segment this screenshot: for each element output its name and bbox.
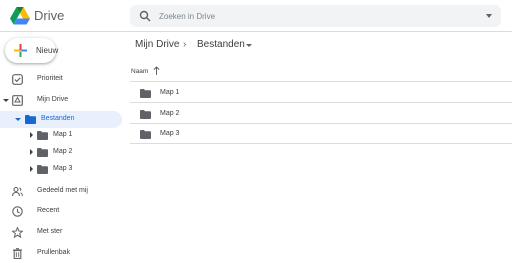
column-header-name[interactable]: Naam [131, 68, 148, 75]
sidebar-item-my-drive[interactable]: Mijn Drive [0, 92, 122, 109]
breadcrumb-my-drive[interactable]: Mijn Drive [135, 39, 179, 50]
list-item[interactable]: Map 3 [130, 124, 512, 144]
sidebar-item-label: Map 1 [53, 131, 73, 138]
new-button[interactable]: Nieuw [5, 38, 59, 63]
my-drive-icon [12, 95, 23, 106]
list-item-name: Map 2 [160, 110, 180, 117]
folder-icon [37, 131, 48, 140]
sidebar-item-label: Gedeeld met mij [37, 187, 88, 194]
clock-icon [12, 206, 23, 217]
list-item[interactable]: Map 1 [130, 83, 512, 103]
trash-icon [13, 248, 22, 259]
breadcrumb-current-folder[interactable]: Bestanden [197, 39, 245, 50]
breadcrumb-chevron-icon: › [183, 39, 187, 50]
folder-icon [25, 115, 36, 124]
expand-caret-icon[interactable] [30, 166, 33, 172]
sidebar-item-map-3[interactable]: Map 3 [0, 161, 122, 178]
sidebar-item-label: Met ster [37, 228, 63, 235]
sidebar-item-label: Mijn Drive [37, 96, 69, 103]
sidebar-item-trash[interactable]: Prullenbak [0, 245, 122, 262]
expand-caret-icon[interactable] [30, 149, 33, 155]
app-name[interactable]: Drive [34, 8, 64, 23]
sidebar-item-shared[interactable]: Gedeeld met mij [0, 183, 122, 200]
sidebar-item-label: Map 2 [53, 148, 73, 155]
sidebar-item-label: Map 3 [53, 165, 73, 172]
list-item-name: Map 1 [160, 89, 180, 96]
sidebar-item-starred[interactable]: Met ster [0, 224, 122, 241]
list-item[interactable]: Map 2 [130, 104, 512, 124]
search-box[interactable] [130, 5, 501, 27]
sidebar-item-label: Bestanden [41, 115, 75, 122]
star-icon [12, 227, 23, 238]
sidebar-item-label: Prullenbak [37, 249, 71, 256]
sidebar-item-map-1[interactable]: Map 1 [0, 127, 122, 144]
folder-icon [37, 165, 48, 174]
expand-caret-icon[interactable] [3, 99, 9, 102]
sidebar-item-recent[interactable]: Recent [0, 203, 122, 220]
search-input[interactable] [159, 8, 459, 24]
expand-caret-icon[interactable] [30, 132, 33, 138]
folder-icon [140, 110, 151, 119]
folder-icon [37, 148, 48, 157]
sidebar-item-bestanden[interactable]: Bestanden [0, 111, 122, 128]
check-circle-icon [12, 74, 23, 85]
sidebar-item-map-2[interactable]: Map 2 [0, 144, 122, 161]
list-header: Naam [130, 61, 512, 82]
folder-icon [140, 130, 151, 139]
list-item-name: Map 3 [160, 130, 180, 137]
expand-caret-icon[interactable] [15, 118, 21, 121]
drive-logo-icon[interactable] [10, 7, 30, 25]
sort-ascending-icon[interactable] [153, 66, 160, 75]
new-button-label: Nieuw [36, 46, 59, 55]
shared-people-icon [12, 186, 23, 197]
search-options-caret-icon[interactable] [486, 14, 492, 18]
folder-icon [140, 89, 151, 98]
search-icon[interactable] [139, 10, 151, 22]
plus-icon [14, 44, 27, 57]
sidebar-item-label: Recent [37, 207, 60, 214]
sidebar-item-label: Prioriteit [37, 75, 63, 82]
top-bar: Drive [0, 0, 512, 32]
folder-menu-caret-icon[interactable] [246, 44, 252, 47]
sidebar-item-priority[interactable]: Prioriteit [0, 71, 122, 88]
